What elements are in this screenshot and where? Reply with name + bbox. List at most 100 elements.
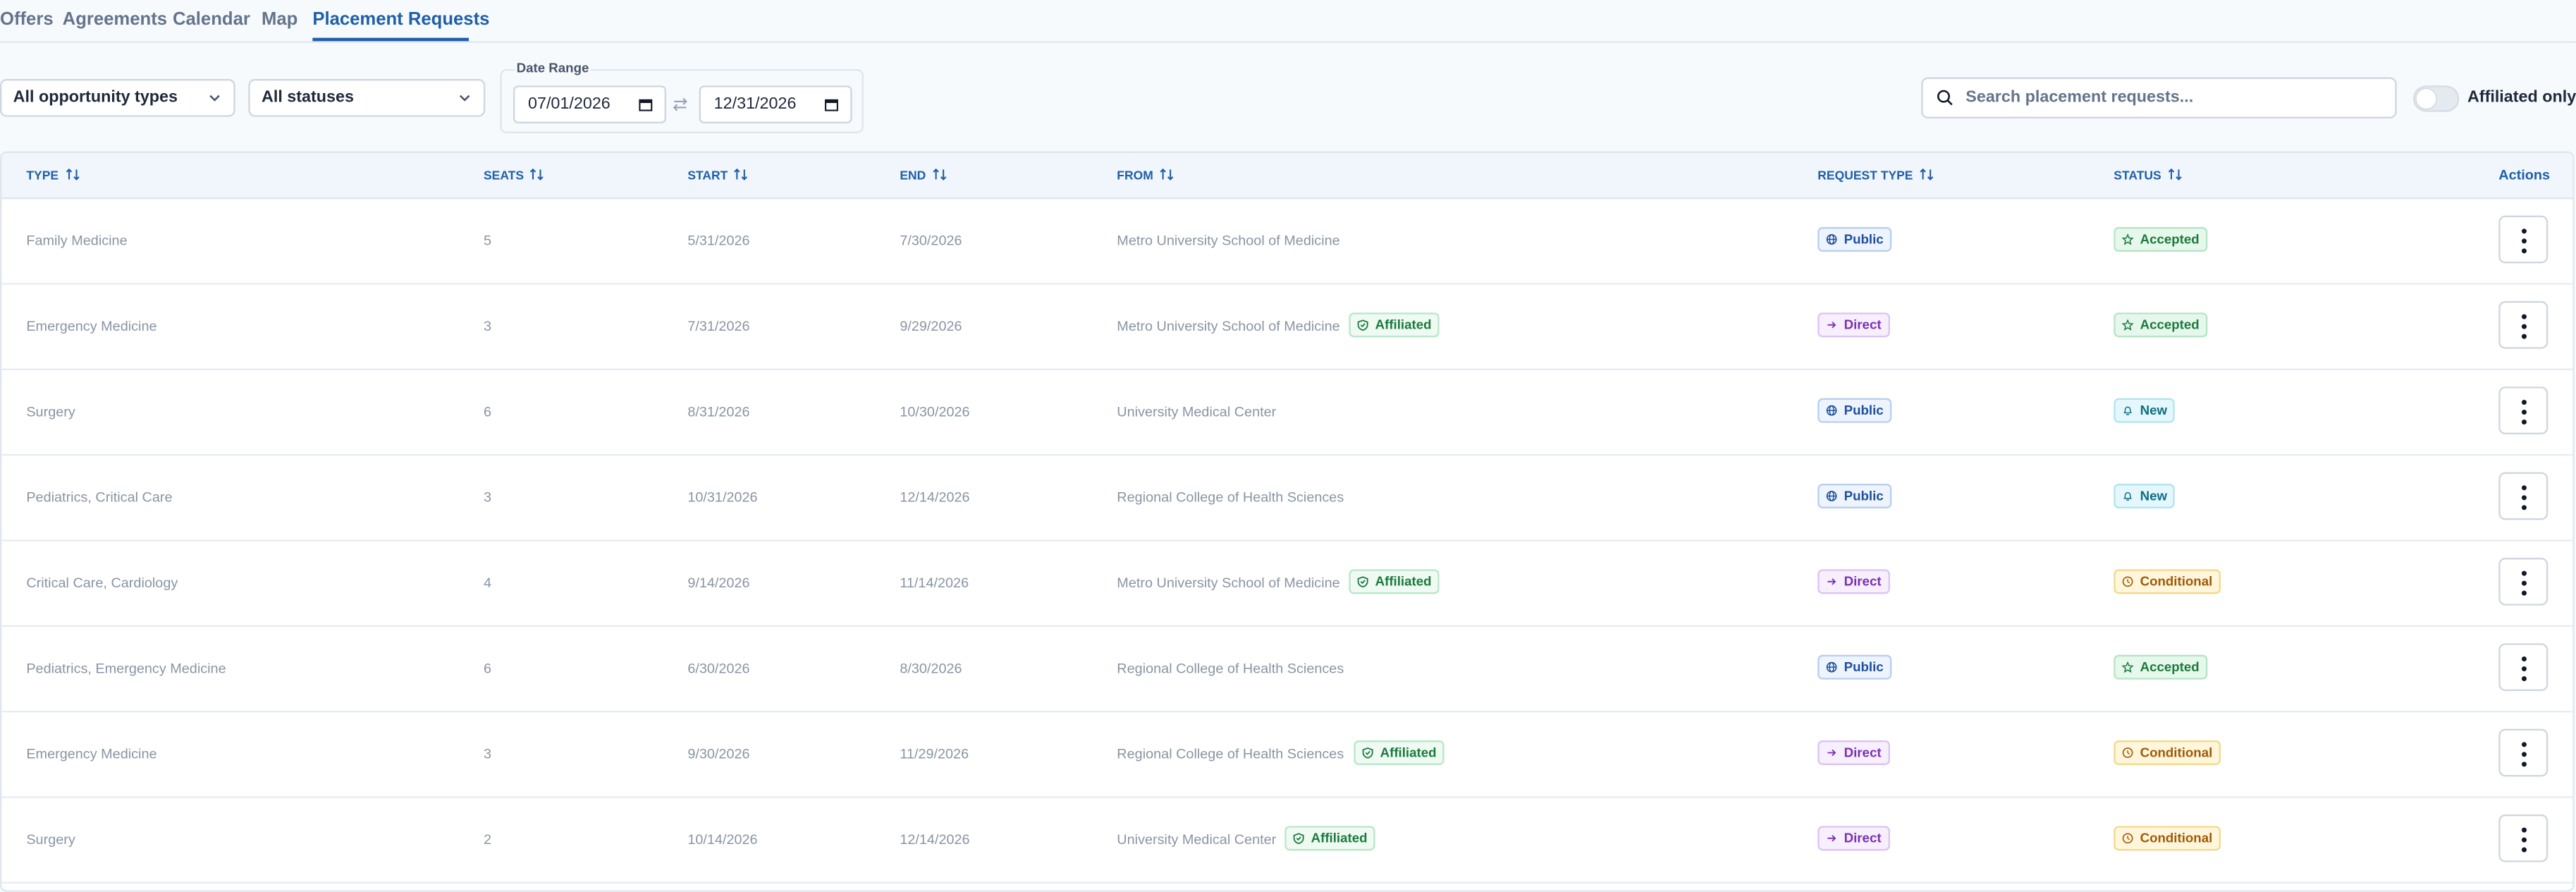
- tab-offers[interactable]: Offers: [0, 10, 54, 30]
- column-header-actions: Actions: [2498, 166, 2551, 183]
- request-type-badge: Public: [1817, 226, 1892, 252]
- status-badge: Conditional: [2114, 740, 2221, 765]
- tab-map[interactable]: Map: [262, 10, 298, 30]
- table-row[interactable]: Critical Care, Cardiology 4 9/14/2026 11/14…: [1, 539, 2573, 627]
- affiliated-only-toggle[interactable]: [2412, 85, 2460, 112]
- table-row[interactable]: Emergency Medicine 3 7/31/2026 9/29/2026 Met…: [1, 283, 2573, 370]
- arrow-right-icon: [1827, 578, 1836, 585]
- cell-from: Metro University School of Medicine: [1117, 574, 1340, 591]
- affiliated-only-label: Affiliated only: [2467, 88, 2576, 107]
- row-actions-button[interactable]: [2498, 386, 2549, 434]
- affiliated-badge: Affiliated: [1349, 312, 1440, 338]
- cell-start: 9/14/2026: [687, 574, 750, 591]
- cell-start: 9/30/2026: [687, 745, 750, 762]
- search-input[interactable]: Search placement requests...: [1965, 79, 2193, 117]
- globe-icon: [1826, 661, 1837, 673]
- table-row[interactable]: Pediatrics, Critical Care 3 10/31/2026 12/1…: [1, 454, 2573, 542]
- request-type-badge: Direct: [1817, 740, 1890, 765]
- search-box[interactable]: Search placement requests...: [1921, 77, 2397, 118]
- row-actions-button[interactable]: [2498, 472, 2549, 520]
- cell-type: Critical Care, Cardiology: [26, 574, 178, 591]
- sort-icon[interactable]: [65, 168, 80, 181]
- calendar-icon[interactable]: [638, 97, 653, 112]
- cell-seats: 3: [483, 488, 492, 506]
- globe-icon: [1826, 405, 1837, 416]
- column-header-request-type[interactable]: REQUEST TYPE: [1817, 153, 1934, 197]
- cell-type: Emergency Medicine: [26, 745, 157, 762]
- clock-icon: [2122, 833, 2133, 844]
- date-start-value: 07/01/2026: [527, 95, 611, 114]
- column-header-status[interactable]: STATUS: [2114, 153, 2183, 197]
- row-actions-button[interactable]: [2498, 300, 2549, 349]
- opportunity-type-select[interactable]: All opportunity types: [0, 78, 235, 117]
- sort-icon[interactable]: [530, 168, 545, 181]
- star-icon: [2121, 319, 2134, 331]
- cell-end: 11/14/2026: [900, 574, 969, 591]
- status-badge: New: [2114, 398, 2176, 423]
- affiliated-badge: Affiliated: [1354, 740, 1445, 765]
- clock-icon: [2122, 747, 2133, 758]
- row-actions-button[interactable]: [2498, 557, 2549, 606]
- shield-check-icon: [1293, 833, 1304, 844]
- request-type-badge: Direct: [1817, 312, 1890, 338]
- tab-calendar[interactable]: Calendar: [173, 10, 250, 30]
- status-badge: Accepted: [2114, 312, 2208, 338]
- clock-icon: [2122, 576, 2133, 587]
- sort-icon[interactable]: [1160, 168, 1174, 181]
- status-badge: Accepted: [2114, 226, 2208, 252]
- row-actions-button[interactable]: [2498, 643, 2549, 691]
- cell-start: 8/31/2026: [687, 403, 750, 420]
- row-actions-button[interactable]: [2498, 814, 2549, 862]
- search-icon: [1937, 90, 1953, 106]
- column-header-seats[interactable]: SEATS: [484, 153, 545, 197]
- sort-icon[interactable]: [735, 168, 749, 181]
- cell-start: 10/31/2026: [687, 488, 758, 506]
- column-header-type[interactable]: TYPE: [26, 153, 80, 197]
- arrow-right-icon: [1827, 322, 1836, 329]
- cell-from: Regional College of Health Sciences: [1117, 488, 1344, 506]
- cell-start: 5/31/2026: [687, 231, 750, 249]
- arrow-right-icon: [1827, 835, 1836, 842]
- date-end-input[interactable]: 12/31/2026: [699, 85, 852, 123]
- row-actions-button[interactable]: [2498, 215, 2549, 264]
- tab-placement-requests[interactable]: Placement Requests: [312, 10, 489, 30]
- shield-check-icon: [1357, 576, 1368, 587]
- cell-end: 8/30/2026: [900, 659, 962, 676]
- opportunity-type-value: All opportunity types: [13, 88, 178, 107]
- column-header-from[interactable]: FROM: [1117, 153, 1174, 197]
- table-header: TYPE SEATS START END FROM REQUEST TYPE S…: [1, 152, 2573, 200]
- cell-type: Family Medicine: [26, 231, 128, 249]
- table-row[interactable]: Surgery 2 10/14/2026 12/14/2026 University M…: [1, 796, 2573, 884]
- sort-icon[interactable]: [933, 168, 947, 181]
- table-row[interactable]: Emergency Medicine 3 9/30/2026 11/29/2026 Re…: [1, 711, 2573, 798]
- bell-icon: [2123, 406, 2133, 415]
- cell-end: 7/30/2026: [900, 231, 962, 249]
- status-select[interactable]: All statuses: [248, 78, 486, 117]
- cell-from: Metro University School of Medicine: [1117, 231, 1340, 249]
- swap-arrows-icon: [673, 97, 687, 111]
- row-actions-button[interactable]: [2498, 728, 2549, 777]
- cell-type: Surgery: [26, 831, 75, 848]
- request-type-badge: Public: [1817, 483, 1892, 508]
- column-header-end[interactable]: END: [900, 153, 947, 197]
- cell-seats: 4: [483, 574, 492, 591]
- status-badge: Accepted: [2114, 654, 2208, 680]
- date-start-input[interactable]: 07/01/2026: [513, 85, 666, 123]
- sort-icon[interactable]: [2168, 168, 2183, 181]
- tab-agreements[interactable]: Agreements: [63, 10, 167, 30]
- column-header-start[interactable]: START: [687, 153, 749, 197]
- cell-seats: 5: [483, 231, 492, 249]
- table-row[interactable]: Surgery 6 8/31/2026 10/30/2026 University Me…: [1, 369, 2573, 456]
- table-row[interactable]: Family Medicine 5 5/31/2026 7/30/2026 Metro …: [1, 197, 2573, 285]
- placement-requests-table: TYPE SEATS START END FROM REQUEST TYPE S…: [0, 151, 2575, 892]
- sort-icon[interactable]: [1920, 168, 1934, 181]
- cell-end: 10/30/2026: [900, 403, 970, 420]
- cell-seats: 3: [483, 317, 492, 334]
- request-type-badge: Direct: [1817, 826, 1890, 851]
- cell-start: 10/14/2026: [687, 831, 758, 848]
- calendar-icon[interactable]: [824, 97, 839, 112]
- app-root: Offers Agreements Calendar Map Placement…: [0, 0, 2576, 892]
- table-row[interactable]: Pediatrics, Emergency Medicine 6 6/30/2026…: [1, 625, 2573, 713]
- cell-type: Emergency Medicine: [26, 317, 157, 334]
- cell-end: 12/14/2026: [900, 488, 970, 506]
